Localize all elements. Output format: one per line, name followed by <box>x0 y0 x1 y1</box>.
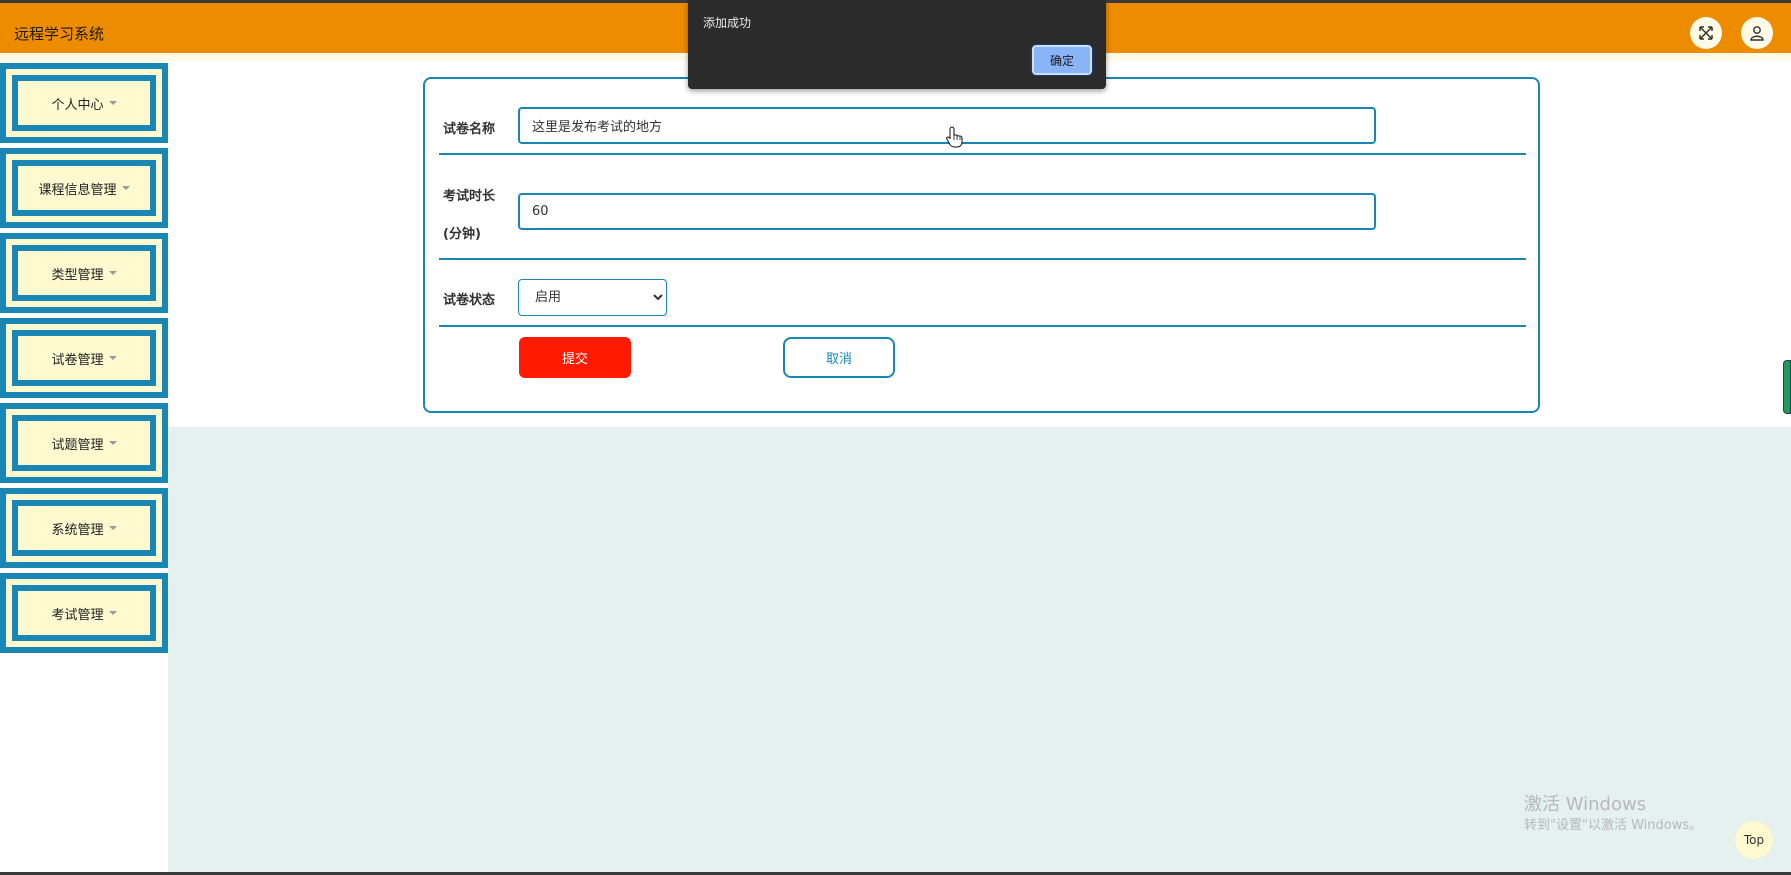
status-select[interactable]: 启用 <box>518 279 667 316</box>
alert-message: 添加成功 <box>703 16 752 30</box>
sidebar-item-exam-management[interactable]: 考试管理 <box>0 573 168 653</box>
app-title: 远程学习系统 <box>14 25 105 43</box>
chevron-down-icon <box>108 611 117 615</box>
sidebar-item-label: 系统管理 <box>51 522 104 538</box>
activation-watermark-subtitle: 转到"设置"以激活 Windows。 <box>1524 818 1703 833</box>
submit-button[interactable]: 提交 <box>519 337 631 378</box>
duration-label: 考试时长 <box>443 189 496 204</box>
activation-watermark-title: 激活 Windows <box>1524 794 1647 815</box>
sidebar-item-paper-management[interactable]: 试卷管理 <box>0 318 168 398</box>
expand-icon[interactable] <box>1690 17 1722 49</box>
sidebar-item-personal-center[interactable]: 个人中心 <box>0 63 168 143</box>
row-divider <box>439 258 1526 260</box>
alert-ok-button[interactable]: 确定 <box>1031 44 1093 76</box>
chevron-down-icon <box>121 186 130 190</box>
sidebar-item-label: 个人中心 <box>51 97 104 113</box>
paper-name-label: 试卷名称 <box>443 122 496 137</box>
sidebar-item-system-management[interactable]: 系统管理 <box>0 488 168 568</box>
chevron-down-icon <box>108 271 117 275</box>
sidebar-item-question-management[interactable]: 试题管理 <box>0 403 168 483</box>
side-scroll-tab[interactable] <box>1783 360 1791 414</box>
exam-paper-form: 试卷名称 考试时长 (分钟) 试卷状态 启用 提交 取消 <box>423 77 1540 413</box>
status-label: 试卷状态 <box>443 293 496 308</box>
chevron-down-icon <box>108 356 117 360</box>
hand-cursor-icon <box>946 126 963 148</box>
alert-dialog: 添加成功 确定 <box>688 0 1106 89</box>
sidebar-item-label: 课程信息管理 <box>38 182 117 198</box>
sidebar-item-label: 类型管理 <box>51 267 104 283</box>
back-to-top-button[interactable]: Top <box>1735 821 1773 859</box>
sidebar-item-label: 试卷管理 <box>51 352 104 368</box>
user-icon[interactable] <box>1741 17 1773 49</box>
duration-unit-label: (分钟) <box>443 227 481 242</box>
sidebar-item-label: 考试管理 <box>51 607 104 623</box>
row-divider <box>439 153 1526 155</box>
sidebar: 个人中心 课程信息管理 类型管理 试卷管理 试题管理 系统管理 考试管理 <box>0 61 168 875</box>
duration-input[interactable] <box>518 193 1376 230</box>
chevron-down-icon <box>108 101 117 105</box>
row-divider <box>439 325 1526 327</box>
chevron-down-icon <box>108 526 117 530</box>
sidebar-item-type-management[interactable]: 类型管理 <box>0 233 168 313</box>
chevron-down-icon <box>108 441 117 445</box>
sidebar-item-label: 试题管理 <box>51 437 104 453</box>
cancel-button[interactable]: 取消 <box>783 337 895 378</box>
sidebar-item-course-info[interactable]: 课程信息管理 <box>0 148 168 228</box>
